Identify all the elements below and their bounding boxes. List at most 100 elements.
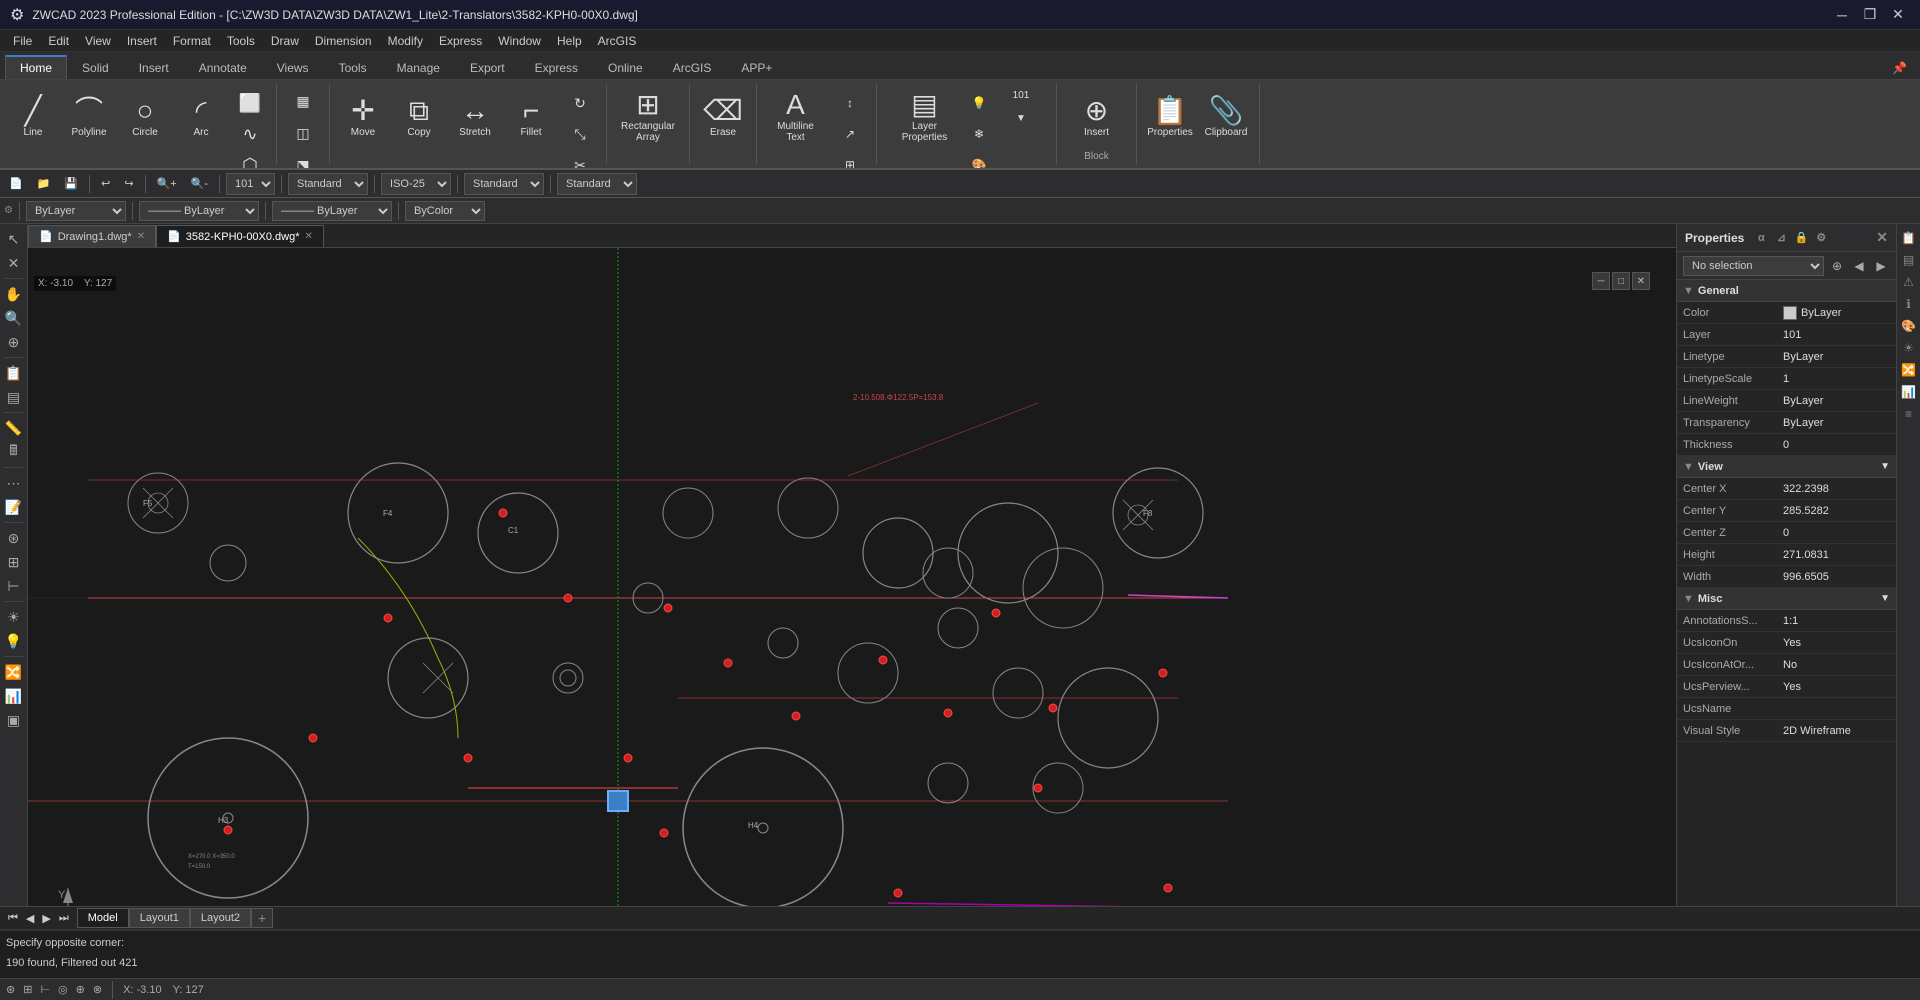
prop-lineweight-value[interactable]: ByLayer [1783, 395, 1890, 407]
tab-nav-last[interactable]: ⏭ [55, 907, 73, 929]
style-select-3[interactable]: Standard [464, 173, 544, 195]
zoom-all-button[interactable]: ⊕ [3, 331, 25, 353]
prop-centerz-value[interactable]: 0 [1783, 527, 1890, 539]
menu-tools[interactable]: Tools [219, 32, 263, 50]
copy-button[interactable]: ⧉ Copy [392, 86, 446, 148]
stretch-button[interactable]: ↔ Stretch [448, 86, 502, 148]
toolbar2-redo[interactable]: ↪ [119, 173, 138, 195]
xyz-button[interactable]: 📊 [3, 685, 25, 707]
measure-button[interactable]: 📏 [3, 417, 25, 439]
sel-arrow-left[interactable]: ◀ [1850, 257, 1868, 275]
ortho-button[interactable]: ⊢ [3, 575, 25, 597]
vp-restore-button[interactable]: □ [1612, 272, 1630, 290]
ris-color[interactable]: 🎨 [1899, 316, 1919, 336]
toolbar2-open[interactable]: 📁 [32, 173, 56, 195]
dim-button[interactable]: ↕ [830, 88, 870, 118]
move-button[interactable]: ✛ Move [336, 86, 390, 148]
prop-transparency-value[interactable]: ByLayer [1783, 417, 1890, 429]
tab-appplus[interactable]: APP+ [726, 55, 787, 79]
point-cloud-button[interactable]: ⋯ [3, 472, 25, 494]
rectangular-array-button[interactable]: ⊞ RectangularArray [613, 86, 683, 148]
ris-list[interactable]: ≡ [1899, 404, 1919, 424]
vp-close-button[interactable]: ✕ [1632, 272, 1650, 290]
bottom-tab-model[interactable]: Model [77, 908, 129, 928]
bylayer-select-2[interactable]: ——— ByLayer [139, 201, 259, 221]
layer-color-button[interactable]: 🎨 [959, 150, 999, 170]
tab-views[interactable]: Views [262, 55, 324, 79]
misc-section-header[interactable]: ▼ Misc ▼ [1677, 588, 1896, 610]
restore-button[interactable]: ❒ [1858, 3, 1882, 27]
toolbar2-save[interactable]: 💾 [59, 173, 83, 195]
drawing-tab-2[interactable]: 📄 3582-KPH0-00X0.dwg* ✕ [156, 225, 324, 247]
canvas-area[interactable]: 📄 Drawing1.dwg* ✕ 📄 3582-KPH0-00X0.dwg* … [28, 224, 1676, 906]
prop-ucsperview-value[interactable]: Yes [1783, 681, 1890, 693]
pan-button[interactable]: ✋ [3, 283, 25, 305]
tab-export[interactable]: Export [455, 55, 520, 79]
polyline-button[interactable]: ⌒ Polyline [62, 86, 116, 148]
ris-alert[interactable]: ⚠ [1899, 272, 1919, 292]
table-button[interactable]: ⊞ [830, 150, 870, 170]
tab-solid[interactable]: Solid [67, 55, 124, 79]
ris-nav[interactable]: 🔀 [1899, 360, 1919, 380]
select-button[interactable]: ↖ [3, 228, 25, 250]
coord-grid-btn[interactable]: ⊞ [23, 983, 32, 996]
escape-button[interactable]: ✕ [3, 252, 25, 274]
coord-ortho-btn[interactable]: ⊢ [40, 983, 50, 996]
prop-icon-lock[interactable]: 🔒 [1792, 229, 1810, 247]
layer-select-dropdown[interactable]: 101 [226, 173, 275, 195]
style-select-4[interactable]: Standard [557, 173, 637, 195]
tab-insert[interactable]: Insert [124, 55, 184, 79]
rotate-button[interactable]: ↻ [560, 88, 600, 118]
layer-freeze-button[interactable]: ❄ [959, 119, 999, 149]
prop-icon-gear[interactable]: ⚙ [1812, 229, 1830, 247]
prop-color-value[interactable]: ByLayer [1783, 306, 1890, 320]
menu-help[interactable]: Help [549, 32, 590, 50]
circle-button[interactable]: ○ Circle [118, 86, 172, 148]
menu-window[interactable]: Window [490, 32, 549, 50]
properties-ribbon-button[interactable]: 📋 Properties [1143, 86, 1197, 148]
prop-width-value[interactable]: 996.6505 [1783, 571, 1890, 583]
zoom-window-button[interactable]: 🔍 [3, 307, 25, 329]
tab-annotate[interactable]: Annotate [184, 55, 262, 79]
tab-arcgis[interactable]: ArcGIS [658, 55, 727, 79]
render-button[interactable]: ☀ [3, 606, 25, 628]
menu-draw[interactable]: Draw [263, 32, 307, 50]
prop-layer-value[interactable]: 101 [1783, 329, 1890, 341]
leader-button[interactable]: ↗ [830, 119, 870, 149]
bottom-tab-add[interactable]: + [251, 908, 273, 928]
prop-ucsiconatorigin-value[interactable]: No [1783, 659, 1890, 671]
style-select-2[interactable]: ISO-25 [381, 173, 451, 195]
menu-arcgis[interactable]: ArcGIS [590, 32, 645, 50]
menu-view[interactable]: View [77, 32, 119, 50]
prop-thickness-value[interactable]: 0 [1783, 439, 1890, 451]
tab-nav-next[interactable]: ▶ [38, 907, 54, 929]
insert-button[interactable]: ⊕ Insert [1070, 86, 1124, 148]
coord-snap-btn[interactable]: ⊛ [6, 983, 15, 996]
region-button[interactable]: ⬔ [283, 150, 323, 170]
sel-quick-select[interactable]: ⊕ [1828, 257, 1846, 275]
bottom-tab-layout1[interactable]: Layout1 [129, 908, 190, 928]
light-button[interactable]: 💡 [3, 630, 25, 652]
ris-render[interactable]: ☀ [1899, 338, 1919, 358]
prop-annotations-value[interactable]: 1:1 [1783, 615, 1890, 627]
prop-ucsiconon-value[interactable]: Yes [1783, 637, 1890, 649]
clipboard-button[interactable]: 📎 Clipboard [1199, 86, 1253, 148]
multiline-text-button[interactable]: A MultilineText [763, 86, 828, 148]
cursor-indicator[interactable] [608, 791, 628, 811]
erase-button[interactable]: ⌫ Erase [696, 86, 750, 148]
coord-otrack-btn[interactable]: ⊗ [93, 983, 102, 996]
scale-button[interactable]: ⤡ [560, 119, 600, 149]
ris-xyz[interactable]: 📊 [1899, 382, 1919, 402]
bylayer-select-3[interactable]: ——— ByLayer [272, 201, 392, 221]
snap-button[interactable]: ⊛ [3, 527, 25, 549]
sel-arrow-right[interactable]: ▶ [1872, 257, 1890, 275]
bylayer-select-1[interactable]: ByLayer [26, 201, 126, 221]
drawing-svg[interactable]: H3 X=270.0 X=350.0 T=150.0 H4 F5 F4 C1 F… [28, 248, 1676, 906]
prop-icon-alpha[interactable]: α [1752, 229, 1770, 247]
layer-more-button[interactable]: ▼ [1001, 103, 1041, 133]
note-button[interactable]: 📝 [3, 496, 25, 518]
tab-tools[interactable]: Tools [324, 55, 382, 79]
menu-modify[interactable]: Modify [380, 32, 431, 50]
vp-minimize-button[interactable]: ─ [1592, 272, 1610, 290]
draw-small-2[interactable]: ∿ [230, 119, 270, 149]
